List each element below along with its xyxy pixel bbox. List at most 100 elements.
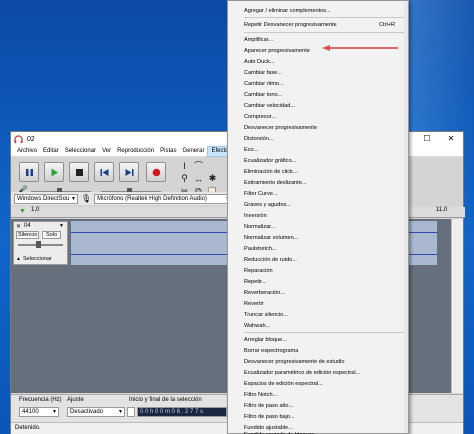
effect-menu-item[interactable]: Ecualizador paramétrico de edición espec…	[229, 368, 407, 379]
project-rate-select[interactable]: 44100 ▼	[19, 407, 59, 417]
record-button[interactable]	[146, 162, 166, 182]
track-close-icon[interactable]: ✕	[16, 223, 21, 230]
multi-tool-icon[interactable]: ✱	[207, 173, 218, 184]
effect-menu-item[interactable]: Auto Duck...	[229, 57, 407, 68]
microphone-icon: 🎙	[81, 194, 92, 203]
selection-start-time[interactable]: 0 0 h 0 0 m 0 6 . 2 7 7 s	[137, 407, 227, 417]
effect-menu-item-shortcut: Ctrl+R	[378, 22, 395, 28]
effect-menu-item-label: Aparecer progresivamente	[244, 48, 310, 54]
stop-button[interactable]	[69, 162, 89, 182]
effect-menu-item-label: Filtro de paso bajo...	[244, 414, 295, 420]
track-control-panel: ✕ 04 ▼ Silencio Solo ▲ Seleccionar	[13, 221, 68, 265]
menu-seleccionar[interactable]: Seleccionar	[62, 146, 99, 157]
effect-menu-item[interactable]: Estiramiento deslizante...	[229, 178, 407, 189]
track-gain-thumb[interactable]	[36, 241, 41, 248]
menu-separator	[244, 17, 404, 18]
effect-menu-item[interactable]: Filtro Notch...	[229, 390, 407, 401]
headphones-icon	[14, 134, 23, 143]
effect-menu-item[interactable]: Repetir...	[229, 277, 407, 288]
selection-tool-icon[interactable]: I	[179, 160, 190, 171]
effect-menu-item-label: Arreglar bloque...	[244, 337, 287, 343]
menu-ver[interactable]: Ver	[99, 146, 114, 157]
effect-menu-item[interactable]: Eliminación de click...	[229, 167, 407, 178]
effect-menu-item[interactable]: Filter Curve...	[229, 189, 407, 200]
dropdown-arrow-icon: ▼	[71, 195, 76, 202]
effect-menu-item[interactable]: Cambiar fase...	[229, 68, 407, 79]
effect-menu-item[interactable]: Revertir	[229, 299, 407, 310]
effect-menu-item[interactable]: Wahwah...	[229, 321, 407, 332]
effect-menu-item[interactable]: Desvanecer progresivamente de estudio	[229, 357, 407, 368]
effect-menu-item[interactable]: Eco...	[229, 145, 407, 156]
effect-menu-item[interactable]: Filtro de paso alto...	[229, 401, 407, 412]
recording-device-select[interactable]: Micrófono (Realtek High Definition Audio…	[94, 193, 233, 204]
effect-menu-item[interactable]: Espacios de edición espectral...	[229, 379, 407, 390]
effect-menu-item-label: Compresor...	[244, 114, 277, 120]
skip-to-end-button[interactable]	[119, 162, 139, 182]
effect-menu-item-label: Cambiar tono...	[244, 92, 283, 98]
effect-menu-item-label: Inversión	[244, 213, 267, 219]
effect-menu-item-label: Desvanecer progresivamente	[244, 125, 318, 131]
ruler-tick-end: 11,0	[436, 207, 448, 213]
effect-menu-item[interactable]: Ecualizador gráfico...	[229, 156, 407, 167]
effect-menu-item[interactable]: Graves y agudos...	[229, 200, 407, 211]
effect-menu-item-label: Ecualizador paramétrico de edición espec…	[244, 370, 361, 376]
effect-menu-item[interactable]: Cambiar ritmo...	[229, 79, 407, 90]
effect-menu-item[interactable]: Arreglar bloque...	[229, 335, 407, 346]
effect-menu-item-label: Graves y agudos...	[244, 202, 291, 208]
effect-menu-item[interactable]: Borrar espectrograma	[229, 346, 407, 357]
effect-menu-item[interactable]: Inversión	[229, 211, 407, 222]
skip-end-icon	[125, 168, 133, 176]
effect-menu-item[interactable]: Fundido cruzado de bloques	[229, 430, 407, 434]
effect-menu-item-label: Revertir	[244, 301, 264, 307]
maximize-button[interactable]: ☐	[415, 132, 439, 146]
effect-menu-item[interactable]: Desvanecer progresivamente	[229, 123, 407, 134]
effect-menu-item[interactable]: Agregar / eliminar complementos...	[229, 6, 407, 17]
effect-menu-item[interactable]: Reducción de ruido...	[229, 255, 407, 266]
effect-menu-item[interactable]: Repetir Desvanecer progresivamente Ctrl+R	[229, 20, 407, 31]
pause-button[interactable]	[19, 162, 39, 182]
zoom-tool-icon[interactable]: ⚲	[179, 173, 190, 184]
effect-menu-item[interactable]: Truncar silencio...	[229, 310, 407, 321]
menu-reproduccion[interactable]: Reproducción	[114, 146, 157, 157]
track-menu-arrow-icon[interactable]: ▼	[59, 223, 64, 229]
envelope-tool-icon[interactable]: ⌒	[193, 160, 204, 171]
menu-archivo[interactable]: Archivo	[14, 146, 40, 157]
menu-editar[interactable]: Editar	[40, 146, 62, 157]
effect-menu-item[interactable]: Cambiar velocidad...	[229, 101, 407, 112]
audio-host-select[interactable]: Windows DirectSou ▼	[14, 193, 78, 204]
collapse-arrow-icon[interactable]: ▲	[16, 256, 21, 262]
menu-generar[interactable]: Generar	[179, 146, 207, 157]
record-icon	[152, 168, 160, 176]
project-rate-value: 44100	[22, 409, 39, 415]
solo-button[interactable]: Solo	[42, 231, 62, 239]
dropdown-arrow-icon: ▼	[52, 409, 57, 415]
effect-menu-item[interactable]: Paulstretch...	[229, 244, 407, 255]
effect-menu-item[interactable]: Filtro de paso bajo...	[229, 412, 407, 423]
effect-menu-item[interactable]: Distorsión...	[229, 134, 407, 145]
timeshift-tool-icon[interactable]: ↔	[193, 173, 204, 184]
pause-icon	[25, 168, 33, 176]
time-format-arrow[interactable]	[127, 407, 135, 417]
snap-to-select[interactable]: Desactivado ▼	[67, 407, 125, 417]
effect-menu-item[interactable]: Reverberación...	[229, 288, 407, 299]
effect-menu-item[interactable]: Compresor...	[229, 112, 407, 123]
effect-menu-item[interactable]: Normalizar volumen...	[229, 233, 407, 244]
effect-menu-item-label: Reparación	[244, 268, 273, 274]
menu-separator	[244, 332, 404, 333]
skip-to-start-button[interactable]	[94, 162, 114, 182]
menu-pistas[interactable]: Pistas	[157, 146, 179, 157]
effect-menu-item-label: Reverberación...	[244, 290, 286, 296]
snap-label: Ajuste	[67, 397, 84, 403]
close-button[interactable]: ✕	[439, 132, 463, 146]
effect-menu-item[interactable]: Reparación	[229, 266, 407, 277]
effect-menu-item-label: Wahwah...	[244, 323, 271, 329]
effect-menu-item[interactable]: Cambiar tono...	[229, 90, 407, 101]
effect-menu-item-label: Normalizar volumen...	[244, 235, 299, 241]
mute-button[interactable]: Silencio	[16, 231, 40, 239]
skip-start-icon	[100, 168, 108, 176]
effect-menu-item[interactable]: Normalizar...	[229, 222, 407, 233]
vertical-scrollbar[interactable]	[451, 219, 463, 393]
play-button[interactable]	[44, 162, 64, 182]
track-name[interactable]: 04	[24, 223, 31, 229]
track-select-button[interactable]: Seleccionar	[23, 256, 52, 262]
